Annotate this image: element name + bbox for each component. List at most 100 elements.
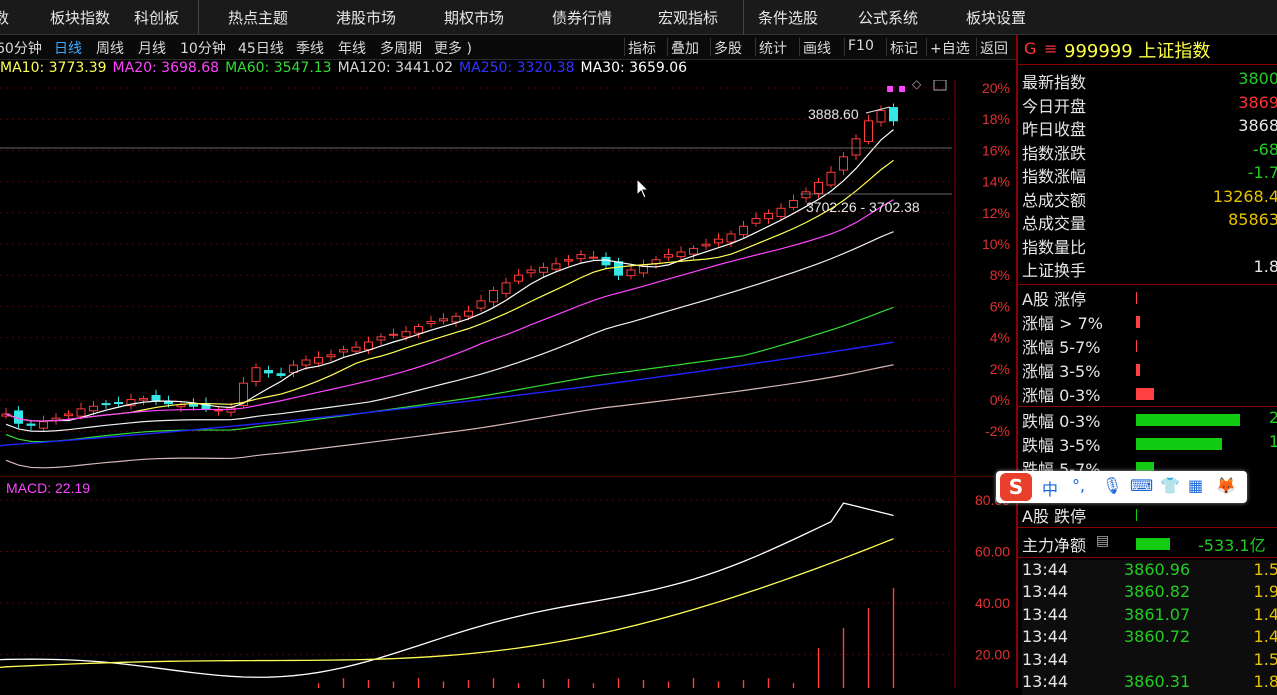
period-tab[interactable]: 周线 [96,38,124,58]
top-menu-item[interactable]: 板块设置 [966,7,1026,28]
candle[interactable] [676,251,686,258]
top-menu-item[interactable]: 科创板 [134,7,179,28]
candle[interactable] [801,191,811,199]
candle[interactable] [551,263,561,270]
period-tab[interactable]: 多周期 [380,38,422,58]
chart-tool-button[interactable]: F10 [848,38,874,54]
candle[interactable] [576,254,586,260]
top-menu-item[interactable]: 宏观指标 [658,7,718,28]
candle[interactable] [614,261,623,276]
candle[interactable] [401,331,411,338]
chart-tool-button[interactable]: 统计 [759,38,787,58]
period-tab[interactable]: 更多 ) [434,38,472,58]
top-menu-item[interactable]: 数 [0,7,9,28]
candle[interactable] [626,269,636,277]
candle[interactable] [451,315,461,323]
toolbox-icon[interactable]: ▦ [1188,476,1203,495]
candle[interactable] [76,408,86,417]
candle[interactable] [139,398,148,401]
candle[interactable] [476,300,486,309]
keyboard-icon[interactable]: ⌨ [1130,476,1153,495]
chart-tool-button[interactable]: 返回 [980,38,1008,58]
candle[interactable] [539,266,548,273]
candle[interactable] [664,254,673,258]
candle[interactable] [276,373,286,376]
candle[interactable] [64,413,73,417]
candle[interactable] [501,282,511,294]
candle[interactable] [764,212,773,220]
candle[interactable] [689,247,698,255]
candle[interactable] [439,318,448,322]
period-tab[interactable]: 10分钟 [180,38,226,58]
candle[interactable] [726,233,736,243]
candle[interactable] [839,156,848,171]
punctuation-icon[interactable]: °, [1072,476,1085,495]
candle[interactable] [464,310,473,317]
candle[interactable] [251,367,261,383]
candle[interactable] [101,403,111,406]
candle[interactable] [301,359,311,366]
period-tab[interactable]: 日线 [54,38,82,58]
candle[interactable] [26,423,36,426]
candle[interactable] [264,370,273,374]
candle[interactable] [701,243,711,247]
candle[interactable] [789,200,798,208]
candle[interactable] [426,320,436,325]
candle[interactable] [389,333,398,336]
settings-small-icon[interactable]: G [1024,39,1036,58]
candle[interactable] [339,349,348,353]
candle[interactable] [414,326,423,334]
candle[interactable] [714,238,723,244]
candle[interactable] [814,182,823,194]
chart-tool-button[interactable]: 叠加 [671,38,699,58]
chart-tool-button[interactable]: +自选 [930,38,970,58]
candle[interactable] [351,346,361,352]
candle[interactable] [851,138,861,156]
period-tab[interactable]: 45日线 [238,38,284,58]
candle[interactable] [376,336,386,341]
macd-chart[interactable]: MACD: 22.1980.0060.0040.0020.00 [0,476,1016,688]
candle[interactable] [826,171,836,186]
period-tab[interactable]: 月线 [138,38,166,58]
ime-toolbar[interactable]: S 中 °, 🎙 ⌨ 👕 ▦ 🦊 [996,471,1247,503]
candle[interactable] [489,290,498,303]
candle[interactable] [364,341,373,351]
candle[interactable] [564,259,573,262]
window-icon[interactable] [933,80,947,91]
menu-icon[interactable]: ≡ [1044,39,1057,58]
candle[interactable] [751,218,761,224]
top-menu-item[interactable]: 热点主题 [228,7,288,28]
chart-tool-button[interactable]: 多股 [714,38,742,58]
price-chart[interactable]: 20% 18% 16% 14% 12% 10% 8% 6% 4% 2% 0% -2% 3888.60 37… [0,80,1016,475]
top-menu-item[interactable]: 公式系统 [858,7,918,28]
candle[interactable] [864,120,873,143]
top-menu-item[interactable]: 港股市场 [336,7,396,28]
period-tab[interactable]: 60分钟 [0,38,42,58]
candle[interactable] [151,394,161,402]
chart-tool-button[interactable]: 指标 [628,38,656,58]
candle[interactable] [89,405,98,412]
top-menu-item[interactable]: 条件选股 [758,7,818,28]
candle[interactable] [514,274,523,282]
period-tab[interactable]: 季线 [296,38,324,58]
candle[interactable] [39,421,48,429]
top-menu-item[interactable]: 债券行情 [552,7,612,28]
candle[interactable] [739,225,748,236]
top-menu-item[interactable]: 板块指数 [50,7,110,28]
top-menu-item[interactable]: 期权市场 [444,7,504,28]
candle[interactable] [114,401,123,404]
chart-tool-button[interactable]: 画线 [803,38,831,58]
sogou-logo-icon[interactable]: S [1000,473,1032,501]
mascot-icon[interactable]: 🦊 [1216,476,1236,495]
candle[interactable] [326,354,336,358]
list-icon[interactable]: ▤ [1096,533,1109,549]
chart-tool-button[interactable]: 标记 [890,38,918,58]
candle[interactable] [889,107,898,122]
candle[interactable] [776,207,786,217]
candle[interactable] [526,269,536,274]
ime-mode-toggle[interactable]: 中 [1042,476,1058,500]
diamond-icon[interactable]: ◇ [912,80,922,91]
period-tab[interactable]: 年线 [338,38,366,58]
candle[interactable] [314,356,323,364]
microphone-icon[interactable]: 🎙 [1102,476,1122,495]
